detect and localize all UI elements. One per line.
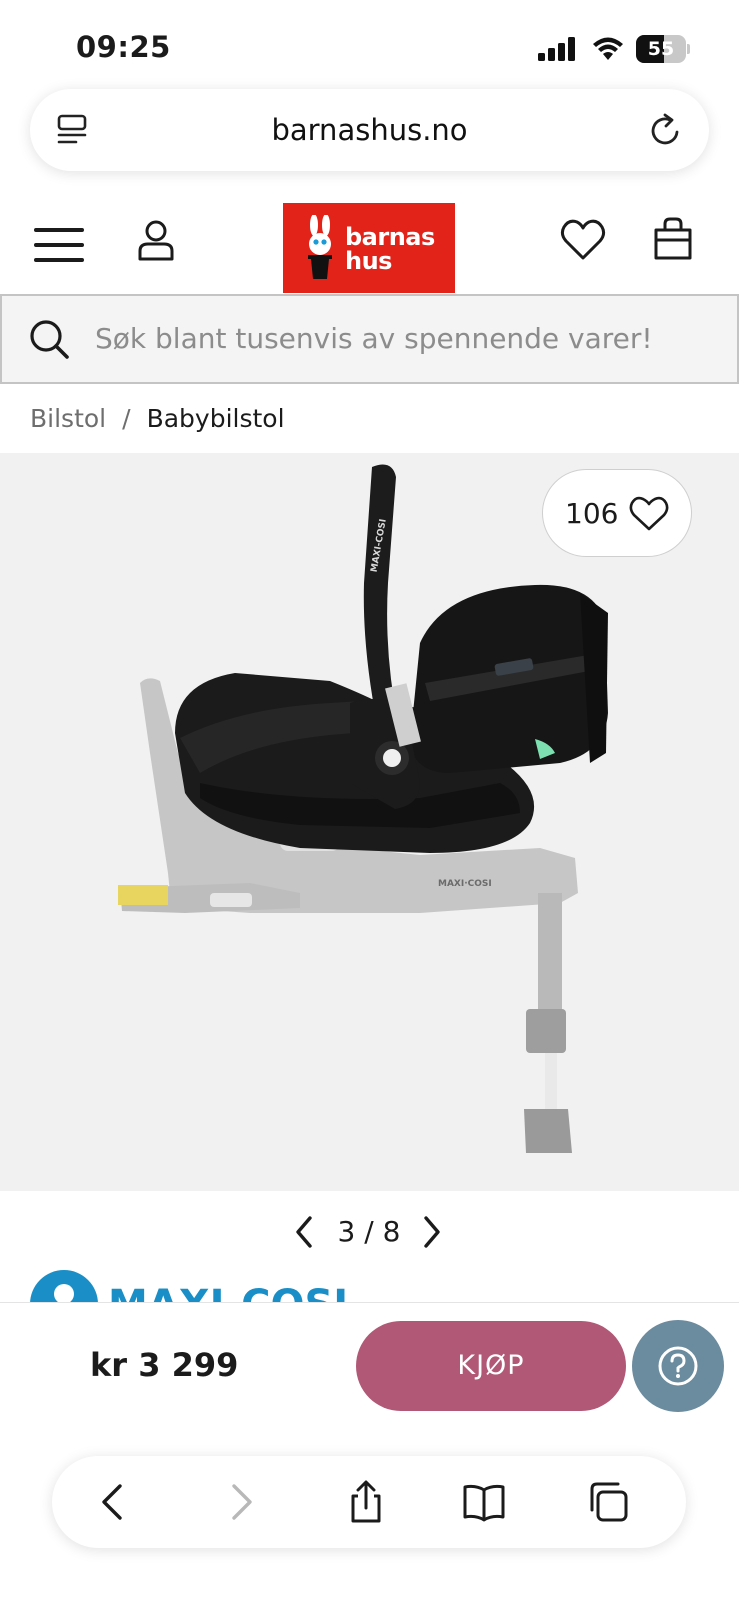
gallery-pager: 3 / 8	[0, 1210, 739, 1254]
breadcrumb-item-current: Babybilstol	[146, 404, 285, 433]
page: 09:25 55 barnashus.no barnas hus Søk bla…	[0, 0, 739, 1600]
purchase-bar: kr 3 299 KJØP	[0, 1302, 739, 1426]
account-icon[interactable]	[137, 220, 175, 262]
buy-button[interactable]: KJØP	[356, 1321, 626, 1411]
browser-toolbar	[52, 1456, 686, 1548]
search-bar[interactable]: Søk blant tusenvis av spennende varer!	[0, 294, 739, 384]
favorite-heart-icon	[629, 496, 669, 531]
site-header: barnas hus	[0, 196, 739, 293]
base-brand-text: MAXI·COSI	[438, 879, 492, 889]
breadcrumb: Bilstol / Babybilstol	[30, 396, 285, 442]
product-gallery[interactable]: MAXI·COSI MAXI-COSI 106	[0, 453, 739, 1191]
reload-icon[interactable]	[649, 112, 683, 148]
url-text[interactable]: barnashus.no	[150, 89, 589, 171]
gallery-total: 8	[382, 1215, 401, 1248]
help-button[interactable]	[632, 1320, 724, 1412]
back-icon[interactable]	[92, 1480, 136, 1524]
favorite-count-button[interactable]: 106	[542, 469, 692, 557]
wishlist-heart-icon[interactable]	[560, 218, 606, 262]
chevron-right-icon[interactable]	[420, 1214, 444, 1250]
breadcrumb-item-bilstol[interactable]: Bilstol	[30, 404, 106, 433]
tabs-icon[interactable]	[586, 1480, 630, 1524]
menu-icon[interactable]	[34, 226, 84, 264]
forward-icon[interactable]	[218, 1480, 262, 1524]
gallery-position: 3 / 8	[322, 1210, 416, 1254]
wifi-icon	[593, 37, 623, 60]
product-image[interactable]: MAXI·COSI MAXI-COSI	[0, 453, 739, 1191]
site-logo[interactable]: barnas hus	[283, 203, 455, 293]
gallery-current: 3	[337, 1215, 356, 1248]
battery-icon: 55	[636, 35, 690, 63]
search-input[interactable]: Søk blant tusenvis av spennende varer!	[95, 296, 653, 382]
brand-logo[interactable]: MAXI-COSI	[30, 1266, 350, 1306]
status-time: 09:25	[76, 30, 171, 64]
shopping-bag-icon[interactable]	[652, 216, 694, 262]
battery-level: 55	[647, 38, 675, 60]
bunny-logo-icon	[308, 215, 332, 279]
status-bar: 09:25 55	[0, 0, 739, 90]
bookmarks-icon[interactable]	[462, 1480, 506, 1524]
logo-text: barnas hus	[345, 225, 435, 273]
cellular-signal-icon	[538, 37, 575, 61]
breadcrumb-separator: /	[122, 404, 131, 433]
logo-line-2: hus	[345, 247, 392, 275]
gallery-separator: /	[364, 1215, 374, 1248]
logo-line-1: barnas	[345, 223, 435, 251]
search-icon[interactable]	[28, 318, 70, 360]
chevron-left-icon[interactable]	[292, 1214, 316, 1250]
question-icon	[658, 1346, 698, 1386]
share-icon[interactable]	[344, 1480, 388, 1524]
page-menu-icon[interactable]	[56, 113, 90, 147]
product-price: kr 3 299	[90, 1346, 239, 1384]
address-bar[interactable]: barnashus.no	[30, 89, 709, 171]
favorite-count: 106	[565, 497, 619, 530]
